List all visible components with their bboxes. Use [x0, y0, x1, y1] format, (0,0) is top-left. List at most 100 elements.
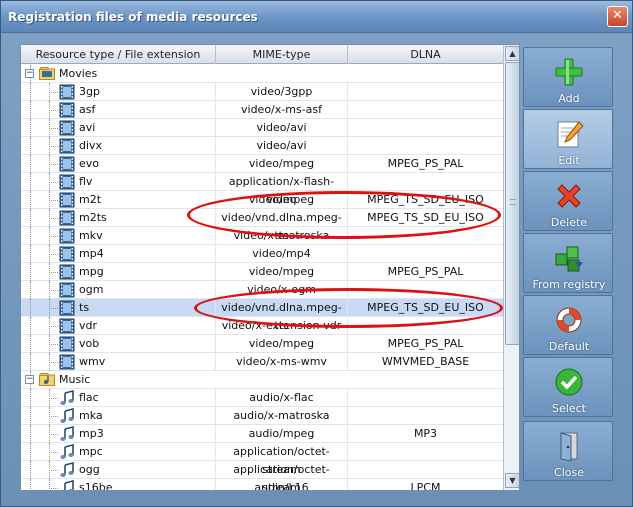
file-extension: m2ts [79, 211, 107, 224]
mime-type-cell: application/octet-stream [216, 461, 348, 490]
scroll-up-arrow-icon[interactable]: ▲ [505, 46, 519, 61]
film-icon [59, 192, 75, 208]
dlna-cell: MPEG_PS_PAL [387, 265, 464, 278]
file-extension: evo [79, 157, 100, 170]
tree-group-row[interactable]: − Music [21, 371, 503, 389]
title-bar[interactable]: Registration files of media resources ✕ [1, 1, 632, 33]
file-extension: mpg [79, 265, 104, 278]
file-extension: avi [79, 121, 96, 134]
table-row[interactable]: mpg video/mpeg MPEG_PS_PAL [21, 263, 503, 281]
dlna-cell [348, 407, 503, 424]
music-note-icon [59, 425, 75, 442]
file-extension: 3gp [79, 85, 100, 98]
file-extension: vdr [79, 319, 98, 332]
table-row[interactable]: asf video/x-ms-asf [21, 101, 503, 119]
file-extension: mp3 [79, 427, 104, 440]
tree-line [49, 416, 58, 417]
file-extension: ts [79, 301, 90, 314]
select-button[interactable]: Select [523, 357, 613, 417]
extension-cell: divx [21, 137, 216, 155]
delete-x-icon [553, 180, 585, 212]
extension-cell: ogg [21, 461, 216, 479]
film-icon [59, 120, 75, 136]
extension-cell: mkv [21, 227, 216, 245]
mime-type-cell: video/mpeg [216, 335, 348, 352]
tree-line [30, 299, 31, 317]
film-icon [59, 282, 75, 298]
column-header-resource-type[interactable]: Resource type / File extension [21, 45, 216, 64]
edit-button[interactable]: Edit [523, 109, 613, 169]
table-row[interactable]: 3gp video/3gpp [21, 83, 503, 101]
extension-cell: ogm [21, 281, 216, 299]
annotation-oval-m2ts [187, 191, 501, 239]
table-row[interactable]: flac audio/x-flac [21, 389, 503, 407]
default-button[interactable]: Default [523, 295, 613, 355]
table-row[interactable]: flv application/x-flash-video [21, 173, 503, 206]
group-cell: − Movies [21, 65, 503, 83]
column-header-mime-type[interactable]: MIME-type [216, 45, 348, 64]
table-row[interactable]: mp3 audio/mpeg MP3 [21, 425, 503, 443]
scrollbar-thumb[interactable] [505, 62, 519, 345]
group-label: Music [59, 373, 91, 386]
tree-line [30, 83, 31, 101]
action-toolbar: Add Edit Delete From registry Default Select C… [523, 47, 613, 489]
resource-grid: Resource type / File extension MIME-type… [20, 44, 520, 491]
window-close-button[interactable]: ✕ [607, 6, 628, 27]
collapse-toggle-icon[interactable]: − [25, 69, 34, 78]
mime-type-cell: audio/mpeg [216, 425, 348, 442]
extension-cell: ts [21, 299, 216, 317]
collapse-toggle-icon[interactable]: − [25, 375, 34, 384]
table-row[interactable]: evo video/mpeg MPEG_PS_PAL [21, 155, 503, 173]
delete-button[interactable]: Delete [523, 171, 613, 231]
tree-line [30, 353, 31, 371]
file-extension: mka [79, 409, 103, 422]
table-row[interactable]: wmv video/x-ms-wmv WMVMED_BASE [21, 353, 503, 371]
toolbar-button-label: From registry [532, 278, 606, 291]
tree-line [49, 110, 58, 111]
table-row[interactable]: vob video/mpeg MPEG_PS_PAL [21, 335, 503, 353]
tree-line [49, 290, 58, 291]
column-header-dlna[interactable]: DLNA [348, 45, 503, 64]
film-icon [59, 354, 75, 370]
table-row[interactable]: mp4 video/mp4 [21, 245, 503, 263]
table-row[interactable]: mpc application/octet-stream [21, 443, 503, 476]
table-row[interactable]: s16be audio/L16 LPCM [21, 479, 503, 490]
extension-cell: flv [21, 173, 216, 191]
registry-cubes-icon [553, 242, 585, 274]
window-title: Registration files of media resources [8, 10, 258, 24]
tree-line [49, 146, 58, 147]
tree-line [49, 254, 58, 255]
tree-group-row[interactable]: − Movies [21, 65, 503, 83]
tree-line [49, 272, 58, 273]
scroll-down-arrow-icon[interactable]: ▼ [505, 473, 519, 488]
film-icon [59, 174, 75, 190]
table-row[interactable]: mka audio/x-matroska [21, 407, 503, 425]
tree-line [30, 137, 31, 155]
close-button[interactable]: Close [523, 421, 613, 481]
dlna-cell [348, 389, 503, 406]
file-extension: flv [79, 175, 93, 188]
table-row[interactable]: avi video/avi [21, 119, 503, 137]
tree-line [30, 461, 31, 479]
scrollbar-grip-icon [510, 199, 516, 205]
music-note-icon [59, 407, 75, 424]
extension-cell: mp3 [21, 425, 216, 443]
toolbar-button-label: Default [548, 340, 590, 353]
film-icon [59, 228, 75, 244]
tree-line [49, 200, 58, 201]
tree-line [49, 164, 58, 165]
add-button[interactable]: Add [523, 47, 613, 107]
film-icon [59, 138, 75, 154]
mime-type-cell: application/octet-stream [216, 443, 348, 476]
tree-line [30, 101, 31, 119]
table-row[interactable]: divx video/avi [21, 137, 503, 155]
vertical-scrollbar[interactable]: ▲ ▼ [503, 45, 519, 490]
extension-cell: mp4 [21, 245, 216, 263]
table-row[interactable]: ogg application/octet-stream [21, 461, 503, 490]
music-note-icon [59, 389, 75, 406]
tree-line [30, 281, 31, 299]
file-extension: wmv [79, 355, 106, 368]
tree-line [30, 119, 31, 137]
from-registry-button[interactable]: From registry [523, 233, 613, 293]
extension-cell: wmv [21, 353, 216, 371]
